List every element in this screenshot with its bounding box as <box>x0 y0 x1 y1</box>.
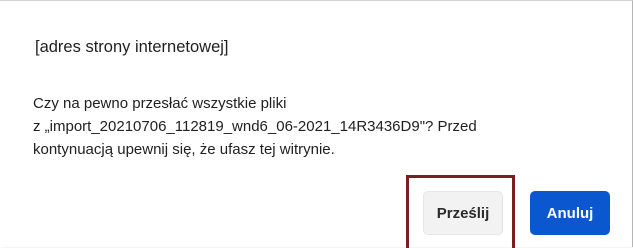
dialog-message: Czy na pewno przesłać wszystkie pliki z … <box>33 92 613 161</box>
message-line: kontynuacją upewnij się, że ufasz tej wi… <box>33 141 335 158</box>
dialog-site-title: [adres strony internetowej] <box>35 38 229 56</box>
upload-confirm-dialog: [adres strony internetowej] Czy na pewno… <box>0 0 633 248</box>
cancel-button[interactable]: Anuluj <box>530 191 610 235</box>
message-line: z „import_20210706_112819_wnd6_06-2021_1… <box>33 118 477 135</box>
submit-button[interactable]: Prześlij <box>423 191 503 235</box>
message-line: Czy na pewno przesłać wszystkie pliki <box>33 95 287 112</box>
